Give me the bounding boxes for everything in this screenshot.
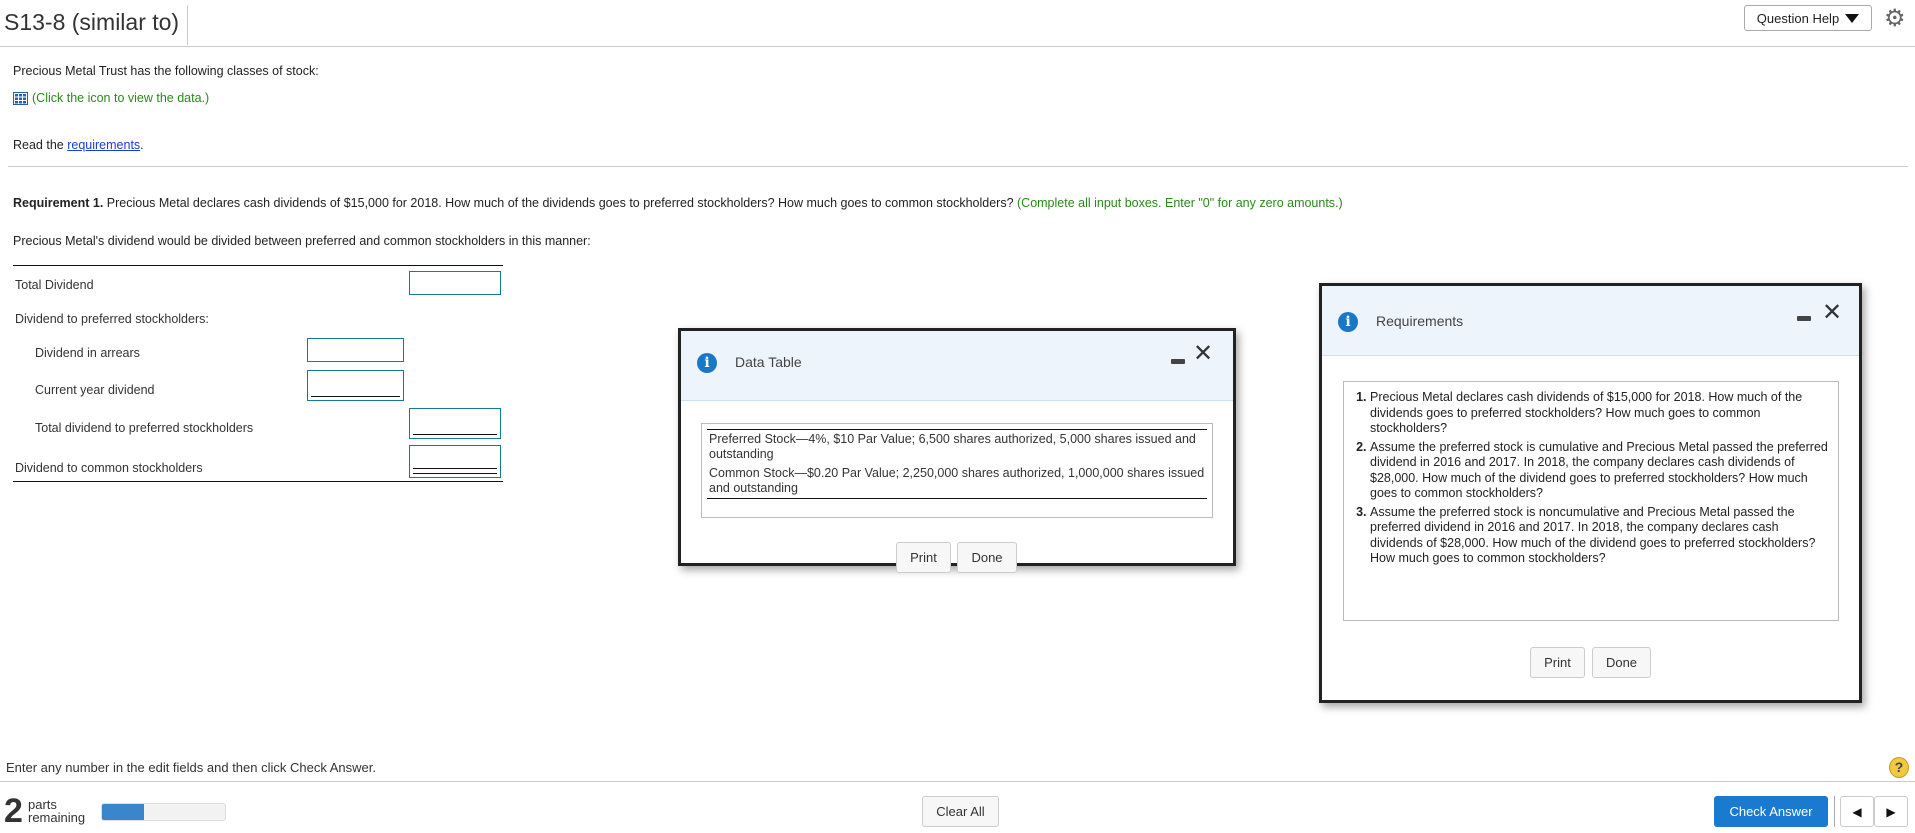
dialog-title: Data Table [735, 354, 802, 370]
print-button[interactable]: Print [896, 542, 951, 573]
data-link[interactable]: (Click the icon to view the data.) [13, 91, 209, 105]
requirement-item: Assume the preferred stock is cumulative… [1370, 440, 1828, 502]
footer-divider [0, 781, 1915, 782]
table-top-rule [13, 265, 503, 266]
dividend-in-arrears-input[interactable] [307, 338, 404, 362]
header-divider [0, 46, 1915, 47]
row-label: Dividend to preferred stockholders: [15, 312, 209, 326]
clear-all-button[interactable]: Clear All [922, 796, 999, 827]
progress-fill [102, 804, 144, 820]
divider [8, 166, 1908, 167]
info-icon: i [697, 353, 717, 373]
table-bottom-rule [13, 481, 503, 482]
data-row: Common Stock—$0.20 Par Value; 2,250,000 … [709, 466, 1205, 495]
help-icon[interactable]: ? [1889, 757, 1909, 778]
triangle-left-icon: ◀ [1852, 804, 1862, 819]
check-answer-button[interactable]: Check Answer [1714, 796, 1828, 827]
progress-bar [101, 803, 226, 821]
gear-icon[interactable]: ⚙ [1884, 4, 1906, 33]
requirement-item: Precious Metal declares cash dividends o… [1370, 390, 1828, 437]
done-button[interactable]: Done [1592, 647, 1651, 678]
remaining-label: remaining [28, 810, 86, 825]
table-icon[interactable] [13, 91, 28, 105]
close-icon[interactable]: ✕ [1193, 339, 1213, 367]
data-link-text[interactable]: (Click the icon to view the data.) [32, 91, 209, 105]
dialog-header: i Data Table ✕ [681, 331, 1233, 401]
data-row: Preferred Stock—4%, $10 Par Value; 6,500… [709, 432, 1196, 461]
read-suffix: . [140, 138, 144, 152]
req-hint: (Complete all input boxes. Enter "0" for… [1017, 196, 1343, 210]
dialog-header: i Requirements ✕ [1322, 286, 1859, 356]
row-label: Dividend to common stockholders [15, 461, 203, 475]
close-icon[interactable]: ✕ [1822, 298, 1842, 326]
requirements-list: Precious Metal declares cash dividends o… [1343, 381, 1839, 621]
question-help-label: Question Help [1756, 10, 1840, 26]
page-title: S13-8 (similar to) [4, 5, 189, 45]
parts-remaining-label: parts remaining [28, 798, 85, 824]
req-text: Precious Metal declares cash dividends o… [103, 196, 1017, 210]
minimize-icon[interactable] [1797, 316, 1811, 321]
row-label: Dividend in arrears [35, 346, 140, 360]
nav-divider [1834, 796, 1835, 827]
intro-text: Precious Metal Trust has the following c… [13, 64, 319, 78]
table-intro: Precious Metal's dividend would be divid… [13, 234, 591, 248]
total-preferred-input[interactable] [409, 408, 501, 439]
next-question-button[interactable]: ▶ [1874, 796, 1908, 827]
total-dividend-input[interactable] [409, 271, 501, 295]
row-label: Total Dividend [15, 278, 94, 292]
done-button[interactable]: Done [957, 542, 1017, 573]
read-prefix: Read the [13, 138, 68, 152]
data-table-dialog: i Data Table ✕ Preferred Stock—4%, $10 P… [678, 328, 1236, 573]
previous-question-button[interactable]: ◀ [1840, 796, 1874, 827]
read-requirements: Read the requirements. [13, 138, 144, 152]
requirement-1: Requirement 1. Precious Metal declares c… [13, 196, 1343, 210]
footer-instruction: Enter any number in the edit fields and … [6, 760, 376, 775]
parts-count: 2 [4, 792, 23, 830]
question-help-button[interactable]: Question Help [1744, 5, 1872, 31]
dialog-title: Requirements [1376, 313, 1464, 329]
requirement-item: Assume the preferred stock is noncumulat… [1370, 505, 1828, 567]
caret-down-icon [1845, 13, 1860, 23]
current-year-dividend-input[interactable] [307, 370, 404, 401]
triangle-right-icon: ▶ [1886, 804, 1896, 819]
requirements-link[interactable]: requirements [67, 138, 140, 152]
row-label: Total dividend to preferred stockholders [35, 421, 254, 435]
req-label: Requirement 1. [13, 196, 104, 210]
minimize-icon[interactable] [1171, 359, 1185, 364]
requirements-dialog: i Requirements ✕ Precious Metal declares… [1319, 283, 1862, 703]
print-button[interactable]: Print [1530, 647, 1585, 678]
common-dividend-input[interactable] [409, 445, 501, 478]
info-icon: i [1338, 312, 1358, 332]
row-label: Current year dividend [35, 383, 155, 397]
data-table: Preferred Stock—4%, $10 Par Value; 6,500… [701, 423, 1213, 518]
